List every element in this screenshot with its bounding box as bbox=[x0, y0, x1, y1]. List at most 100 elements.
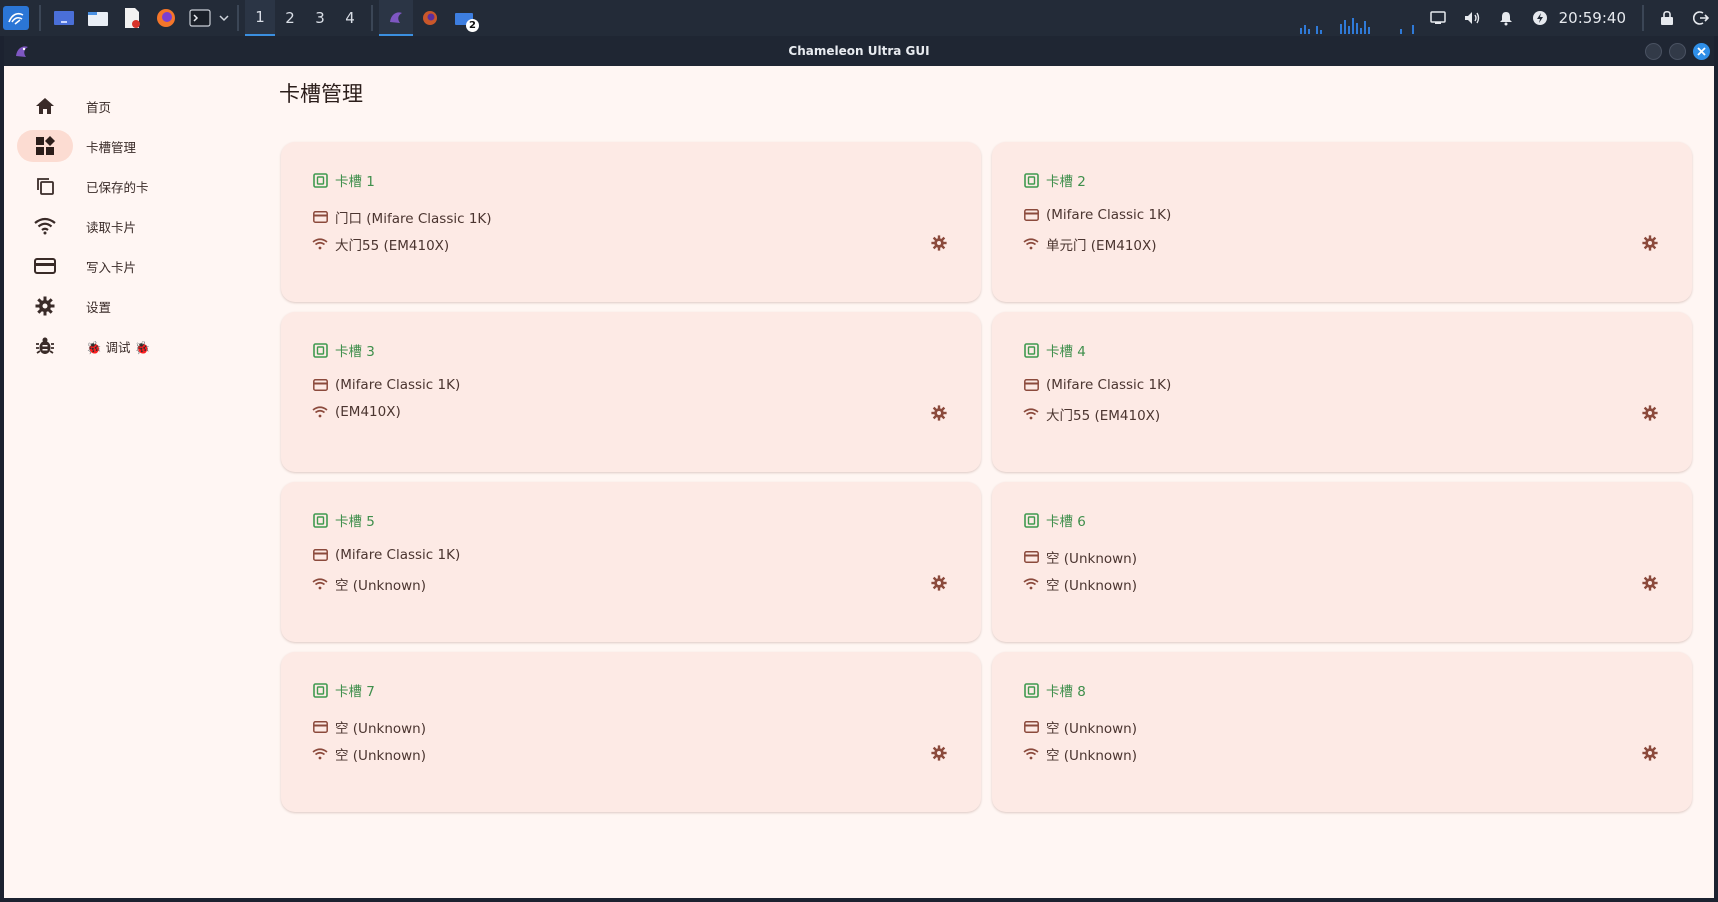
workspace-1[interactable]: 1 bbox=[245, 0, 275, 36]
kali-menu-icon[interactable] bbox=[3, 6, 29, 30]
slot-card-3[interactable]: 卡槽 3 (Mifare Classic 1K) (EM410X) bbox=[281, 312, 981, 472]
gear-icon bbox=[1642, 235, 1658, 251]
hf-card-label: 空 (Unknown) bbox=[335, 721, 426, 737]
slot-name: 卡槽 4 bbox=[1046, 344, 1086, 360]
lf-card-row: 空 (Unknown) bbox=[312, 744, 426, 764]
taskbar-app-folder[interactable]: 2 bbox=[447, 0, 481, 36]
lf-card-row: 空 (Unknown) bbox=[312, 574, 426, 594]
slot-settings-button[interactable] bbox=[931, 235, 947, 251]
hf-card-row: (Mifare Classic 1K) bbox=[312, 547, 460, 563]
slot-chip-icon bbox=[312, 682, 328, 698]
slot-chip-icon bbox=[1023, 172, 1039, 188]
slot-settings-button[interactable] bbox=[1642, 575, 1658, 591]
slot-settings-button[interactable] bbox=[1642, 405, 1658, 421]
file-manager-icon[interactable] bbox=[85, 6, 111, 30]
slot-card-2[interactable]: 卡槽 2 (Mifare Classic 1K) 单元门 (EM410X) bbox=[992, 142, 1692, 302]
gear-icon bbox=[931, 405, 947, 421]
workspace-4[interactable]: 4 bbox=[335, 0, 365, 36]
firefox-icon[interactable] bbox=[153, 6, 179, 30]
slot-header: 卡槽 4 bbox=[1023, 340, 1086, 360]
hf-card-row: 空 (Unknown) bbox=[312, 717, 426, 737]
chevron-down-icon[interactable] bbox=[217, 6, 231, 30]
slot-name: 卡槽 1 bbox=[335, 174, 375, 190]
slot-settings-button[interactable] bbox=[931, 575, 947, 591]
slot-settings-button[interactable] bbox=[1642, 235, 1658, 251]
sidebar-item-read-card[interactable]: 读取卡片 bbox=[4, 208, 274, 244]
maximize-button[interactable] bbox=[1669, 43, 1686, 60]
wifi-icon bbox=[312, 576, 328, 592]
credit-card-icon bbox=[1023, 377, 1039, 393]
home-icon bbox=[33, 94, 57, 118]
wifi-icon bbox=[1023, 406, 1039, 422]
logout-icon[interactable] bbox=[1684, 0, 1718, 36]
sidebar-item-label: 设置 bbox=[86, 299, 112, 315]
display-icon[interactable] bbox=[1421, 0, 1455, 36]
hf-card-row: 门口 (Mifare Classic 1K) bbox=[312, 207, 492, 227]
slot-header: 卡槽 7 bbox=[312, 680, 375, 700]
slot-name: 卡槽 6 bbox=[1046, 514, 1086, 530]
page-title: 卡槽管理 bbox=[279, 82, 363, 106]
lf-card-row: 大门55 (EM410X) bbox=[312, 234, 449, 254]
badge-count: 2 bbox=[466, 19, 479, 32]
hf-card-label: 空 (Unknown) bbox=[1046, 551, 1137, 567]
credit-card-icon bbox=[33, 254, 57, 278]
slot-name: 卡槽 7 bbox=[335, 684, 375, 700]
slot-header: 卡槽 2 bbox=[1023, 170, 1086, 190]
close-button[interactable] bbox=[1693, 43, 1710, 60]
lf-card-label: (EM410X) bbox=[335, 404, 401, 420]
slot-name: 卡槽 5 bbox=[335, 514, 375, 530]
slot-card-4[interactable]: 卡槽 4 (Mifare Classic 1K) 大门55 (EM410X) bbox=[992, 312, 1692, 472]
gear-icon bbox=[1642, 405, 1658, 421]
minimize-button[interactable] bbox=[1645, 43, 1662, 60]
taskbar-app-firefox[interactable] bbox=[413, 0, 447, 36]
taskbar-separator bbox=[371, 5, 373, 31]
gear-icon bbox=[33, 294, 57, 318]
lf-card-row: 空 (Unknown) bbox=[1023, 574, 1137, 594]
lf-card-row: 单元门 (EM410X) bbox=[1023, 234, 1157, 254]
hf-card-label: (Mifare Classic 1K) bbox=[335, 547, 461, 563]
notification-bell-icon[interactable] bbox=[1489, 0, 1523, 36]
volume-icon[interactable] bbox=[1455, 0, 1489, 36]
slot-name: 卡槽 8 bbox=[1046, 684, 1086, 700]
slot-chip-icon bbox=[1023, 512, 1039, 528]
slot-chip-icon bbox=[312, 172, 328, 188]
slot-card-1[interactable]: 卡槽 1 门口 (Mifare Classic 1K) 大门55 (EM410X… bbox=[281, 142, 981, 302]
slot-settings-button[interactable] bbox=[931, 405, 947, 421]
slot-header: 卡槽 8 bbox=[1023, 680, 1086, 700]
sidebar-item-debug[interactable]: 🐞 调试 🐞 bbox=[4, 328, 274, 364]
wifi-icon bbox=[33, 214, 57, 238]
slot-settings-button[interactable] bbox=[931, 745, 947, 761]
sidebar-item-settings[interactable]: 设置 bbox=[4, 288, 274, 324]
slot-settings-button[interactable] bbox=[1642, 745, 1658, 761]
desktop-icon[interactable] bbox=[51, 6, 77, 30]
taskbar-app-chameleon[interactable] bbox=[379, 0, 413, 36]
sidebar-item-write-card[interactable]: 写入卡片 bbox=[4, 248, 274, 284]
sidebar-item-home[interactable]: 首页 bbox=[4, 88, 274, 124]
slot-chip-icon bbox=[312, 512, 328, 528]
gear-icon bbox=[1642, 575, 1658, 591]
power-manager-icon[interactable] bbox=[1523, 0, 1557, 36]
sidebar-item-slot-manager[interactable]: 卡槽管理 bbox=[4, 128, 274, 164]
slot-chip-icon bbox=[312, 342, 328, 358]
slot-name: 卡槽 2 bbox=[1046, 174, 1086, 190]
slot-card-6[interactable]: 卡槽 6 空 (Unknown) 空 (Unknown) bbox=[992, 482, 1692, 642]
bug-icon bbox=[33, 334, 57, 358]
sidebar-item-saved-cards[interactable]: 已保存的卡 bbox=[4, 168, 274, 204]
credit-card-icon bbox=[312, 377, 328, 393]
text-editor-icon[interactable] bbox=[119, 6, 145, 30]
sidebar-item-label: 已保存的卡 bbox=[86, 179, 149, 195]
slot-card-8[interactable]: 卡槽 8 空 (Unknown) 空 (Unknown) bbox=[992, 652, 1692, 812]
slot-card-5[interactable]: 卡槽 5 (Mifare Classic 1K) 空 (Unknown) bbox=[281, 482, 981, 642]
workspace-3[interactable]: 3 bbox=[305, 0, 335, 36]
workspace-2[interactable]: 2 bbox=[275, 0, 305, 36]
lf-card-row: (EM410X) bbox=[312, 404, 401, 420]
window-title: Chameleon Ultra GUI bbox=[788, 44, 930, 58]
hf-card-row: (Mifare Classic 1K) bbox=[1023, 377, 1171, 393]
window-titlebar[interactable]: Chameleon Ultra GUI bbox=[4, 36, 1714, 66]
hf-card-label: 门口 (Mifare Classic 1K) bbox=[335, 211, 492, 227]
clock[interactable]: 20:59:40 bbox=[1559, 9, 1626, 27]
lf-card-row: 大门55 (EM410X) bbox=[1023, 404, 1160, 424]
slot-card-7[interactable]: 卡槽 7 空 (Unknown) 空 (Unknown) bbox=[281, 652, 981, 812]
terminal-icon[interactable] bbox=[187, 6, 213, 30]
lock-icon[interactable] bbox=[1650, 0, 1684, 36]
